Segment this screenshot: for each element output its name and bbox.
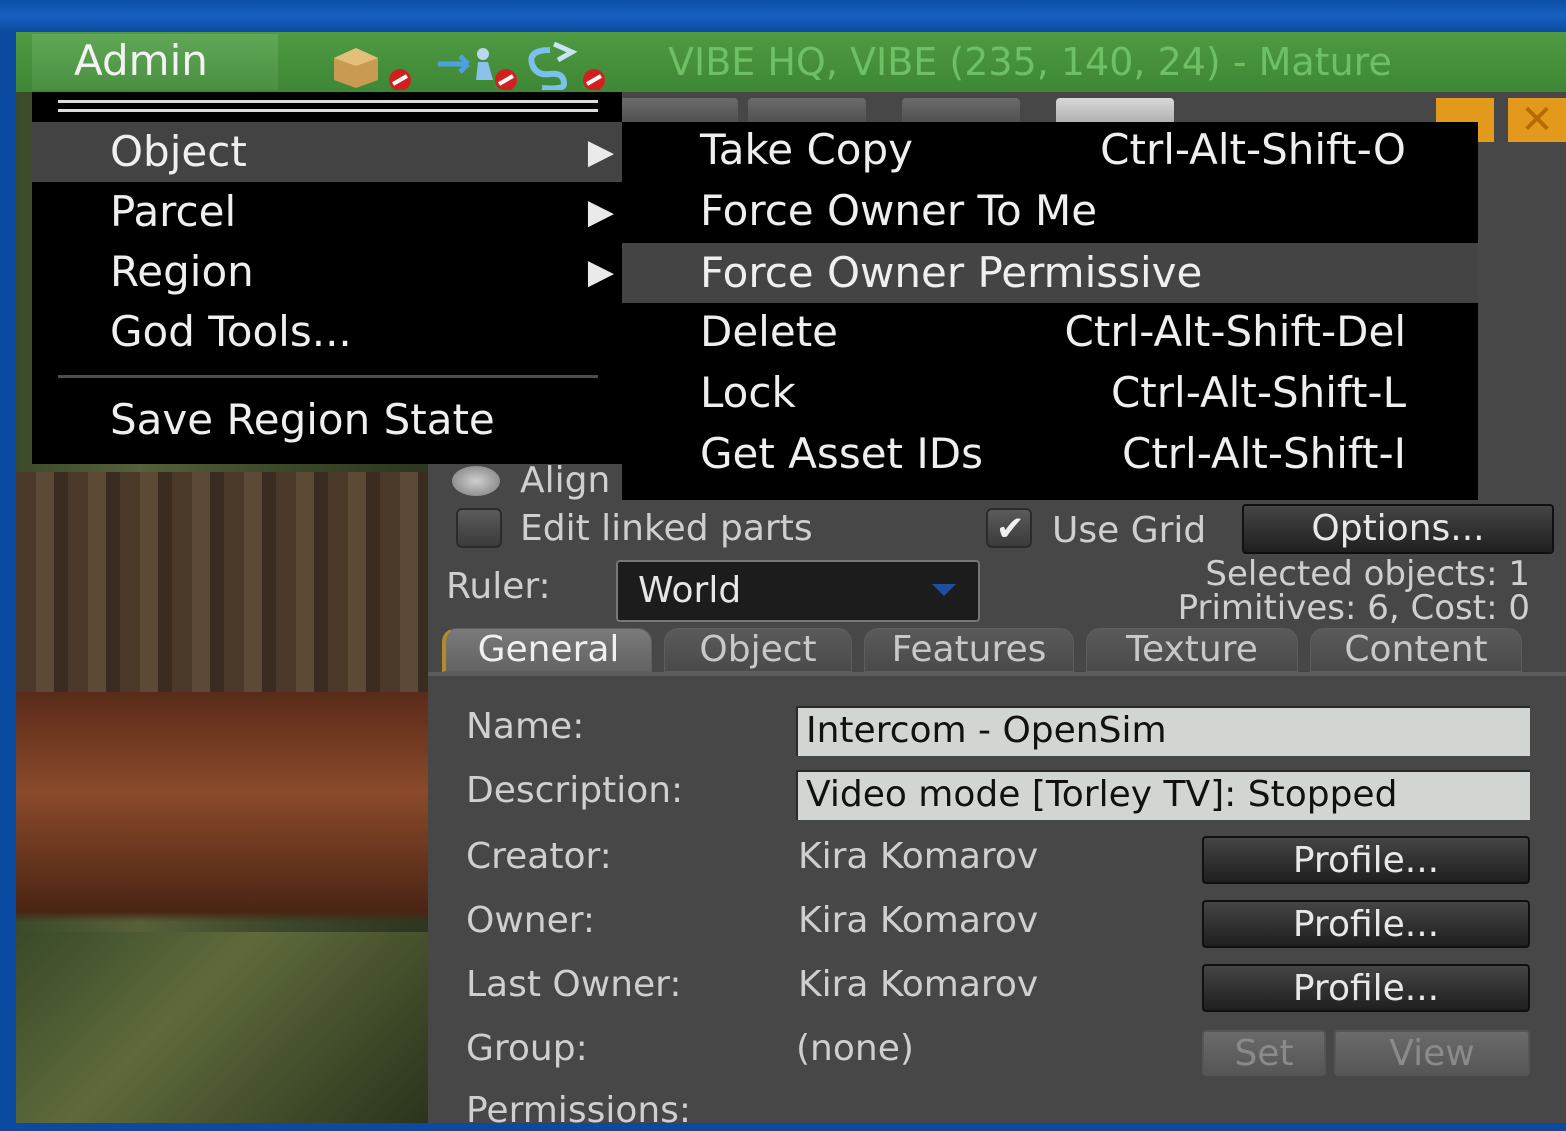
menu-item-label: Region: [110, 247, 254, 296]
submenu-item-get-asset-ids[interactable]: Get Asset IDs Ctrl-Alt-Shift-I: [622, 424, 1478, 484]
group-value: (none): [796, 1028, 914, 1069]
ruler-dropdown[interactable]: World: [616, 560, 980, 622]
group-view-button[interactable]: View: [1334, 1030, 1530, 1076]
tear-off-handle[interactable]: [58, 100, 598, 112]
submenu-item-force-owner-permissive[interactable]: Force Owner Permissive: [622, 243, 1478, 303]
tab-general[interactable]: General: [442, 628, 652, 672]
menu-item-save-region-state[interactable]: Save Region State: [32, 390, 622, 450]
owner-value: Kira Komarov: [798, 900, 1039, 941]
edit-linked-label: Edit linked parts: [520, 508, 813, 549]
admin-menu[interactable]: Admin: [32, 34, 278, 90]
name-field[interactable]: Intercom - OpenSim: [796, 706, 1530, 756]
menu-item-label: God Tools...: [110, 307, 352, 356]
creator-value: Kira Komarov: [798, 836, 1039, 877]
group-set-button[interactable]: Set: [1202, 1030, 1326, 1076]
last-owner-label: Last Owner:: [466, 964, 682, 1005]
options-button[interactable]: Options...: [1242, 504, 1554, 554]
script-icon: [528, 41, 605, 90]
align-label: Align: [520, 460, 611, 501]
owner-profile-button[interactable]: Profile...: [1202, 900, 1530, 948]
submenu-item-force-owner-to-me[interactable]: Force Owner To Me: [622, 181, 1478, 241]
name-label: Name:: [466, 706, 585, 747]
description-label: Description:: [466, 770, 684, 811]
object-icon: [334, 48, 411, 90]
tab-divider: [428, 672, 1566, 676]
window-title-strip: [0, 0, 1566, 32]
chevron-down-icon: [932, 584, 956, 596]
primitives-cost-text: Primitives: 6, Cost: 0: [1177, 588, 1530, 628]
menu-item-region[interactable]: Region ▶: [32, 242, 622, 302]
use-grid-label: Use Grid: [1052, 510, 1207, 551]
submenu-item-label: Delete: [700, 307, 838, 356]
location-readout[interactable]: VIBE HQ, VIBE (235, 140, 24) - Mature: [668, 40, 1392, 84]
submenu-item-label: Lock: [700, 368, 796, 417]
shortcut-text: Ctrl-Alt-Shift-Del: [1064, 307, 1406, 356]
group-label: Group:: [466, 1028, 588, 1069]
creator-profile-button[interactable]: Profile...: [1202, 836, 1530, 884]
submenu-item-label: Take Copy: [700, 125, 913, 174]
menu-item-object[interactable]: Object ▶: [32, 122, 622, 182]
submenu-item-delete[interactable]: Delete Ctrl-Alt-Shift-Del: [622, 302, 1478, 362]
status-icons: [334, 41, 605, 90]
shortcut-text: Ctrl-Alt-Shift-O: [1100, 125, 1406, 174]
ruler-label: Ruler:: [446, 566, 551, 607]
tab-features[interactable]: Features: [864, 628, 1074, 672]
submenu-item-label: Get Asset IDs: [700, 429, 983, 478]
menu-item-label: Parcel: [110, 187, 237, 236]
menu-item-god-tools[interactable]: God Tools...: [32, 302, 622, 362]
ruler-value: World: [638, 570, 742, 611]
tab-object[interactable]: Object: [664, 628, 852, 672]
menu-item-label: Object: [110, 127, 247, 176]
checkmark-icon: ✔: [996, 509, 1025, 549]
menu-item-parcel[interactable]: Parcel ▶: [32, 182, 622, 242]
tab-texture[interactable]: Texture: [1086, 628, 1298, 672]
submenu-item-take-copy[interactable]: Take Copy Ctrl-Alt-Shift-O: [622, 120, 1478, 180]
submenu-item-label: Force Owner To Me: [700, 186, 1098, 235]
tab-content[interactable]: Content: [1310, 628, 1522, 672]
menu-separator: [58, 375, 598, 378]
close-icon[interactable]: ✕: [1508, 98, 1566, 142]
creator-label: Creator:: [466, 836, 612, 877]
fly-icon: [438, 48, 517, 90]
submenu-arrow-icon: ▶: [587, 192, 614, 232]
submenu-item-lock[interactable]: Lock Ctrl-Alt-Shift-L: [622, 363, 1478, 423]
shortcut-text: Ctrl-Alt-Shift-L: [1110, 368, 1406, 417]
menu-item-label: Save Region State: [110, 395, 495, 444]
description-field[interactable]: Video mode [Torley TV]: Stopped: [796, 770, 1530, 820]
use-grid-checkbox[interactable]: ✔: [986, 508, 1032, 548]
align-radio[interactable]: [452, 466, 500, 496]
shortcut-text: Ctrl-Alt-Shift-I: [1122, 429, 1406, 478]
last-owner-profile-button[interactable]: Profile...: [1202, 964, 1530, 1012]
edit-linked-checkbox[interactable]: [456, 508, 502, 548]
submenu-arrow-icon: ▶: [587, 132, 614, 172]
permissions-label: Permissions:: [466, 1090, 692, 1131]
submenu-item-label: Force Owner Permissive: [700, 248, 1203, 297]
submenu-arrow-icon: ▶: [587, 252, 614, 292]
owner-label: Owner:: [466, 900, 596, 941]
last-owner-value: Kira Komarov: [798, 964, 1039, 1005]
